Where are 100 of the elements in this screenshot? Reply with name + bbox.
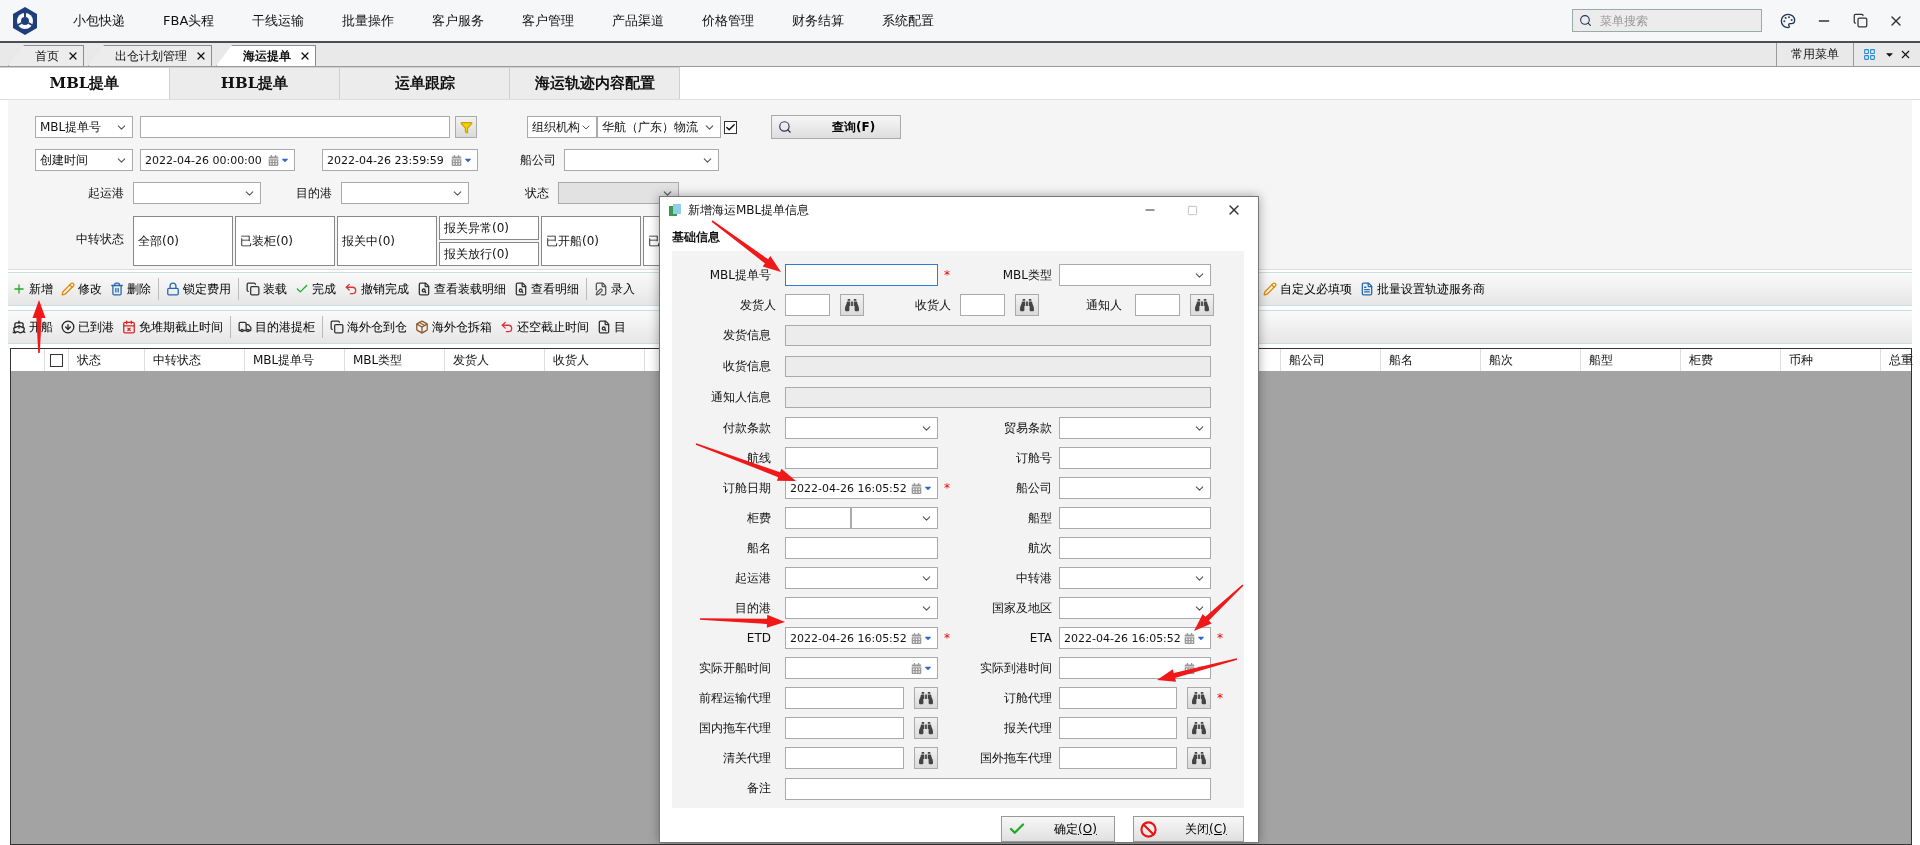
dropdown-field[interactable]: [785, 597, 938, 619]
status-filter-button[interactable]: 已装柜(0): [235, 216, 335, 266]
menu-item[interactable]: 系统配置: [863, 11, 954, 30]
toolbar-button[interactable]: 目: [593, 314, 630, 340]
text-field[interactable]: [785, 687, 904, 709]
checkbox[interactable]: [724, 120, 737, 134]
toolbar-button[interactable]: 查看明细: [510, 276, 583, 302]
search-value-field[interactable]: [140, 116, 450, 138]
tab[interactable]: 海运轨迹内容配置: [510, 67, 680, 99]
document-tab[interactable]: 首页: [8, 45, 84, 66]
palette-icon[interactable]: [1780, 12, 1796, 29]
dropdown-field[interactable]: [564, 149, 719, 171]
text-field[interactable]: [785, 507, 851, 529]
text-field[interactable]: [960, 294, 1005, 316]
text-field[interactable]: [785, 264, 938, 286]
lookup-button[interactable]: [1187, 717, 1211, 739]
menu-item[interactable]: 小包快递: [54, 11, 144, 30]
dropdown-field[interactable]: [1059, 567, 1211, 589]
toolbar-button[interactable]: 查看装载明细: [413, 276, 510, 302]
filter-button[interactable]: [455, 116, 477, 138]
toolbar-button[interactable]: 海外仓到仓: [326, 314, 411, 340]
toolbar-button[interactable]: 自定义必填项: [1259, 276, 1356, 302]
document-tab[interactable]: 出仓计划管理: [88, 45, 212, 66]
close-button[interactable]: 关闭(C): [1133, 816, 1244, 842]
lookup-button[interactable]: [914, 747, 938, 769]
date-field[interactable]: [1059, 657, 1211, 679]
text-field[interactable]: [785, 447, 938, 469]
dropdown-field[interactable]: MBL提单号: [35, 116, 133, 138]
close-icon[interactable]: [1899, 48, 1912, 61]
status-filter-button[interactable]: 报关放行(0): [439, 242, 539, 266]
menu-item[interactable]: 产品渠道: [593, 11, 684, 30]
text-field[interactable]: [785, 717, 904, 739]
text-field[interactable]: [785, 747, 904, 769]
text-field[interactable]: [1059, 687, 1177, 709]
toolbar-button[interactable]: 海外仓拆箱: [411, 314, 496, 340]
status-filter-button[interactable]: 报关异常(0): [439, 216, 539, 240]
toolbar-button[interactable]: 新增: [8, 276, 57, 302]
lookup-button[interactable]: [914, 687, 938, 709]
date-field[interactable]: 2022-04-26 16:05:52: [785, 477, 938, 499]
dropdown-field[interactable]: 组织机构: [527, 116, 597, 138]
checkbox[interactable]: [50, 353, 63, 367]
dropdown-field[interactable]: 创建时间: [35, 149, 133, 171]
menu-item[interactable]: 价格管理: [683, 11, 774, 30]
text-field[interactable]: [1059, 537, 1211, 559]
lookup-button[interactable]: [1190, 294, 1214, 316]
tab[interactable]: 运单跟踪: [340, 67, 510, 99]
menu-item[interactable]: FBA头程: [144, 11, 234, 30]
toolbar-button[interactable]: 锁定费用: [162, 276, 235, 302]
text-field[interactable]: [1059, 747, 1177, 769]
status-filter-button[interactable]: 已开船(0): [541, 216, 641, 266]
dropdown-field[interactable]: [785, 417, 938, 439]
close-icon[interactable]: [299, 50, 311, 62]
menu-item[interactable]: 客户管理: [503, 11, 594, 30]
toolbar-button[interactable]: 修改: [57, 276, 106, 302]
date-field[interactable]: 2022-04-26 16:05:52: [785, 627, 938, 649]
favorites-button[interactable]: 常用菜单: [1776, 43, 1854, 66]
toolbar-button[interactable]: 已到港: [57, 314, 118, 340]
confirm-button[interactable]: 确定(O): [1001, 816, 1115, 842]
query-button[interactable]: 查询(F): [771, 115, 901, 139]
dropdown-field[interactable]: 华航（广东）物流: [597, 116, 721, 138]
date-field[interactable]: 2022-04-26 23:59:59: [322, 149, 478, 171]
toolbar-button[interactable]: 免堆期截止时间: [118, 314, 227, 340]
toolbar-button[interactable]: 还空截止时间: [496, 314, 593, 340]
close-icon[interactable]: [195, 50, 207, 62]
lookup-button[interactable]: [914, 717, 938, 739]
text-field[interactable]: [1135, 294, 1180, 316]
text-field[interactable]: [1059, 447, 1211, 469]
menu-item[interactable]: 财务结算: [773, 11, 864, 30]
date-field[interactable]: 2022-04-26 16:05:52: [1059, 627, 1211, 649]
dropdown-field[interactable]: [1059, 417, 1211, 439]
lookup-button[interactable]: [1187, 687, 1211, 709]
dropdown-field[interactable]: [785, 567, 938, 589]
date-field[interactable]: 2022-04-26 00:00:00: [140, 149, 295, 171]
dropdown-field[interactable]: [851, 507, 938, 529]
toolbar-button[interactable]: 撤销完成: [340, 276, 413, 302]
lookup-button[interactable]: [1015, 294, 1039, 316]
text-field[interactable]: [785, 294, 830, 316]
remarks-field[interactable]: [785, 777, 1211, 800]
text-field[interactable]: [785, 537, 938, 559]
status-filter-button[interactable]: 全部(0): [133, 216, 233, 266]
toolbar-button[interactable]: 批量设置轨迹服务商: [1356, 276, 1489, 302]
grid-icon[interactable]: [1862, 48, 1876, 61]
dropdown-field[interactable]: [133, 182, 261, 204]
search-input[interactable]: 菜单搜索: [1598, 12, 1761, 29]
text-field[interactable]: [1059, 717, 1177, 739]
tab[interactable]: MBL提单: [0, 67, 170, 99]
dropdown-field[interactable]: [1059, 597, 1211, 619]
toolbar-button[interactable]: 删除: [106, 276, 155, 302]
close-icon[interactable]: [67, 50, 79, 62]
toolbar-button[interactable]: 装载: [242, 276, 291, 302]
menu-item[interactable]: 干线运输: [233, 11, 324, 30]
menu-item[interactable]: 批量操作: [323, 11, 414, 30]
toolbar-button[interactable]: 录入: [590, 276, 639, 302]
tab[interactable]: HBL提单: [170, 67, 340, 99]
lookup-button[interactable]: [1187, 747, 1211, 769]
date-field[interactable]: [785, 657, 938, 679]
search-field[interactable]: 菜单搜索: [1572, 9, 1762, 32]
toolbar-button[interactable]: 完成: [291, 276, 340, 302]
restore-icon[interactable]: [1852, 13, 1868, 28]
document-tab[interactable]: 海运提单: [216, 45, 316, 66]
